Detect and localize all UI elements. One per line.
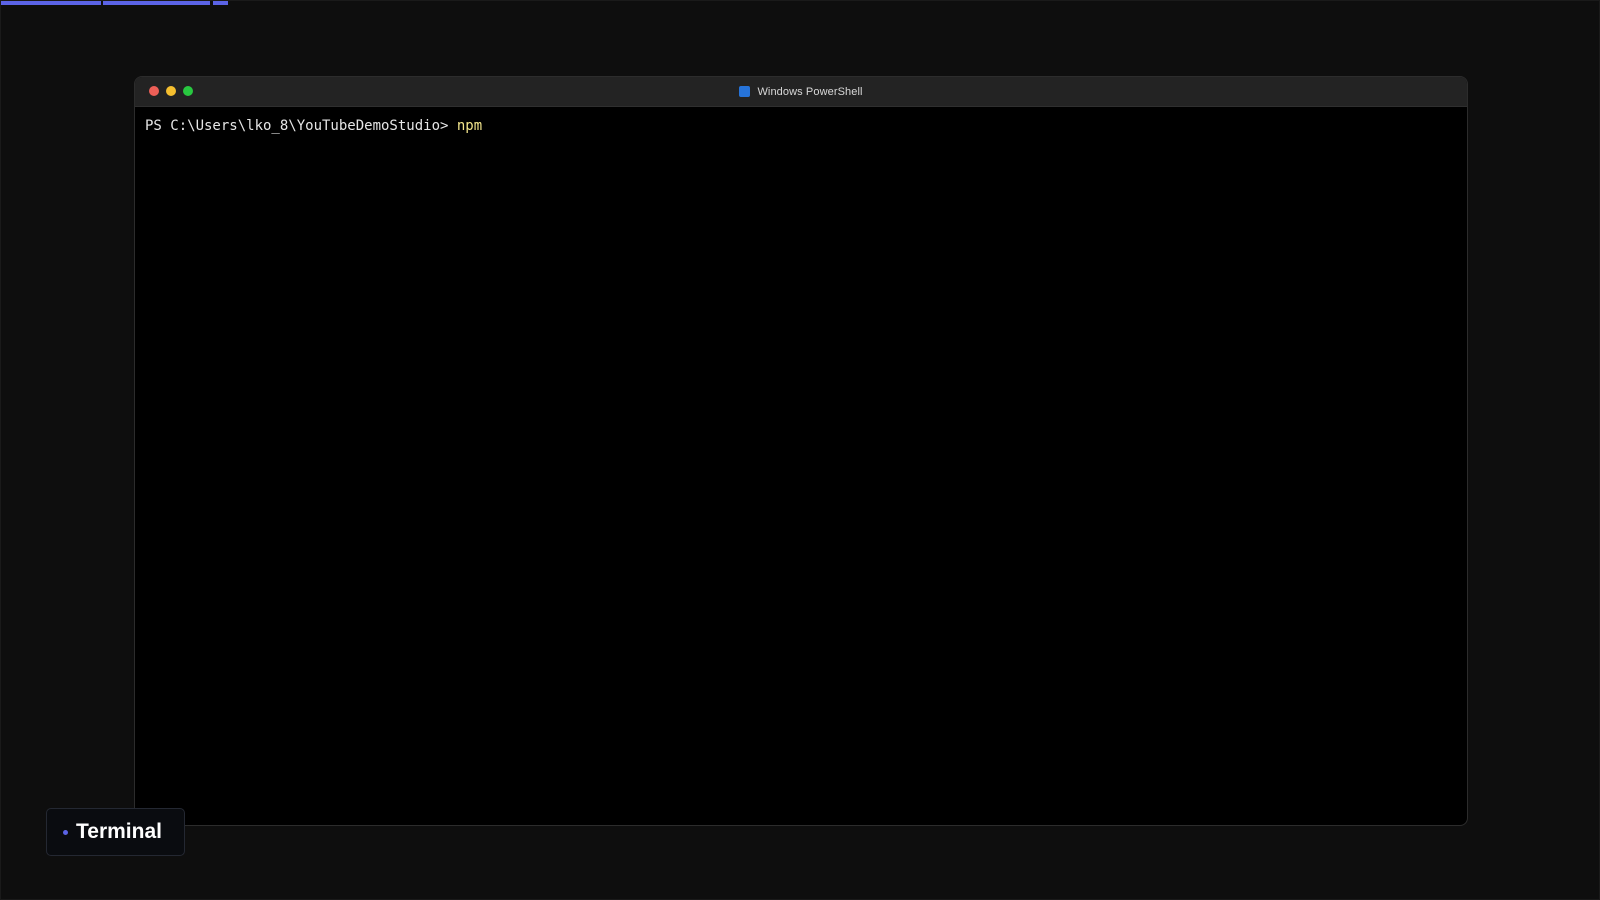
title-bar[interactable]: Windows PowerShell — [135, 77, 1467, 107]
progress-bar — [1, 1, 1600, 5]
progress-segment — [213, 1, 228, 5]
progress-segment — [1, 1, 101, 5]
terminal-output[interactable]: PS C:\Users\lko_8\YouTubeDemoStudio> npm — [135, 107, 1467, 145]
terminal-window[interactable]: Windows PowerShell PS C:\Users\lko_8\You… — [134, 76, 1468, 826]
close-button[interactable] — [149, 86, 159, 96]
command-text: npm — [456, 118, 483, 134]
screen-stage: Windows PowerShell PS C:\Users\lko_8\You… — [0, 0, 1600, 900]
minimize-button[interactable] — [166, 86, 176, 96]
window-title: Windows PowerShell — [739, 86, 862, 98]
prompt-text: PS C:\Users\lko_8\YouTubeDemoStudio> — [145, 118, 457, 134]
scene-label-text: Terminal — [76, 820, 162, 843]
window-controls — [149, 86, 193, 96]
window-title-text: Windows PowerShell — [757, 85, 863, 98]
maximize-button[interactable] — [183, 86, 193, 96]
scene-label-badge: Terminal — [46, 808, 185, 856]
progress-segment — [103, 1, 210, 5]
powershell-icon — [739, 86, 751, 97]
bullet-dot-icon — [63, 829, 68, 835]
